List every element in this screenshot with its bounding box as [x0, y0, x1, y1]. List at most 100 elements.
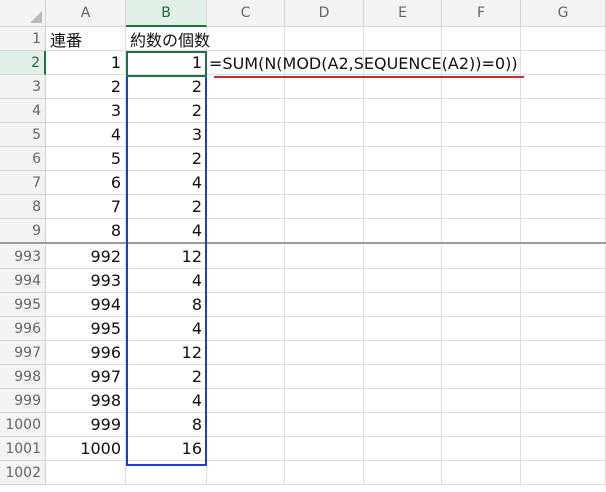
cell-a993[interactable]: 992	[46, 245, 126, 269]
cell-a998[interactable]: 997	[46, 365, 126, 389]
cell-b1[interactable]: 約数の個数	[126, 27, 210, 51]
cell-d996[interactable]	[285, 317, 364, 341]
cell-g1001[interactable]	[521, 437, 606, 461]
cell-f8[interactable]	[442, 195, 521, 219]
cell-e997[interactable]	[364, 341, 442, 365]
row-header-1000[interactable]: 1000	[0, 413, 46, 437]
cell-g1000[interactable]	[521, 413, 606, 437]
cell-c4[interactable]	[207, 99, 285, 123]
cell-d3[interactable]	[285, 75, 364, 99]
cell-a4[interactable]: 3	[46, 99, 126, 123]
cell-d993[interactable]	[285, 245, 364, 269]
select-all-corner[interactable]	[0, 0, 46, 27]
cell-g994[interactable]	[521, 269, 606, 293]
row-header-1001[interactable]: 1001	[0, 437, 46, 461]
cell-c7[interactable]	[207, 171, 285, 195]
cell-g8[interactable]	[521, 195, 606, 219]
row-header-994[interactable]: 994	[0, 269, 46, 293]
cell-b4[interactable]: 2	[126, 99, 207, 123]
cell-e1001[interactable]	[364, 437, 442, 461]
cell-c1[interactable]	[207, 27, 285, 51]
cell-f9[interactable]	[442, 219, 521, 243]
row-header-7[interactable]: 7	[0, 171, 46, 195]
column-header-c[interactable]: C	[207, 0, 285, 27]
cell-a1000[interactable]: 999	[46, 413, 126, 437]
cell-b5[interactable]: 3	[126, 123, 207, 147]
cell-b1002[interactable]	[126, 461, 207, 485]
cell-d5[interactable]	[285, 123, 364, 147]
row-header-2[interactable]: 2	[0, 51, 46, 75]
cell-g6[interactable]	[521, 147, 606, 171]
cell-d9[interactable]	[285, 219, 364, 243]
cell-c993[interactable]	[207, 245, 285, 269]
cell-g995[interactable]	[521, 293, 606, 317]
row-header-998[interactable]: 998	[0, 365, 46, 389]
cell-g4[interactable]	[521, 99, 606, 123]
row-header-999[interactable]: 999	[0, 389, 46, 413]
cell-e995[interactable]	[364, 293, 442, 317]
cell-a1[interactable]: 連番	[46, 27, 126, 51]
cell-d1001[interactable]	[285, 437, 364, 461]
cell-g999[interactable]	[521, 389, 606, 413]
column-header-e[interactable]: E	[364, 0, 442, 27]
row-header-995[interactable]: 995	[0, 293, 46, 317]
cell-b996[interactable]: 4	[126, 317, 207, 341]
cell-b6[interactable]: 2	[126, 147, 207, 171]
cell-f994[interactable]	[442, 269, 521, 293]
cell-f3[interactable]	[442, 75, 521, 99]
cell-b1000[interactable]: 8	[126, 413, 207, 437]
cell-c1000[interactable]	[207, 413, 285, 437]
cell-e6[interactable]	[364, 147, 442, 171]
cell-d999[interactable]	[285, 389, 364, 413]
cell-c996[interactable]	[207, 317, 285, 341]
column-header-f[interactable]: F	[442, 0, 521, 27]
cell-g996[interactable]	[521, 317, 606, 341]
cell-f993[interactable]	[442, 245, 521, 269]
cell-b8[interactable]: 2	[126, 195, 207, 219]
cell-a9[interactable]: 8	[46, 219, 126, 243]
cell-a6[interactable]: 5	[46, 147, 126, 171]
cell-d994[interactable]	[285, 269, 364, 293]
cell-g998[interactable]	[521, 365, 606, 389]
row-header-5[interactable]: 5	[0, 123, 46, 147]
cell-g993[interactable]	[521, 245, 606, 269]
column-header-a[interactable]: A	[46, 0, 126, 27]
cell-a999[interactable]: 998	[46, 389, 126, 413]
column-header-b[interactable]: B	[126, 0, 207, 27]
cell-g1[interactable]	[521, 27, 606, 51]
cell-f1000[interactable]	[442, 413, 521, 437]
cell-e1[interactable]	[364, 27, 442, 51]
row-header-4[interactable]: 4	[0, 99, 46, 123]
cell-b998[interactable]: 2	[126, 365, 207, 389]
cell-g3[interactable]	[521, 75, 606, 99]
cell-d1000[interactable]	[285, 413, 364, 437]
cell-c997[interactable]	[207, 341, 285, 365]
cell-b995[interactable]: 8	[126, 293, 207, 317]
cell-a996[interactable]: 995	[46, 317, 126, 341]
cell-e7[interactable]	[364, 171, 442, 195]
cell-d4[interactable]	[285, 99, 364, 123]
row-header-1002[interactable]: 1002	[0, 461, 46, 485]
cell-d997[interactable]	[285, 341, 364, 365]
cell-d998[interactable]	[285, 365, 364, 389]
cell-f1002[interactable]	[442, 461, 521, 485]
row-header-3[interactable]: 3	[0, 75, 46, 99]
cell-c998[interactable]	[207, 365, 285, 389]
cell-f1[interactable]	[442, 27, 521, 51]
cell-a1002[interactable]	[46, 461, 126, 485]
cell-e4[interactable]	[364, 99, 442, 123]
cell-c3[interactable]	[207, 75, 285, 99]
cell-b7[interactable]: 4	[126, 171, 207, 195]
cell-f1001[interactable]	[442, 437, 521, 461]
row-header-9[interactable]: 9	[0, 219, 46, 243]
column-header-d[interactable]: D	[285, 0, 364, 27]
cell-e5[interactable]	[364, 123, 442, 147]
cell-a3[interactable]: 2	[46, 75, 126, 99]
cell-b3[interactable]: 2	[126, 75, 207, 99]
cell-c999[interactable]	[207, 389, 285, 413]
cell-d7[interactable]	[285, 171, 364, 195]
cell-g997[interactable]	[521, 341, 606, 365]
cell-c9[interactable]	[207, 219, 285, 243]
row-header-6[interactable]: 6	[0, 147, 46, 171]
cell-e998[interactable]	[364, 365, 442, 389]
